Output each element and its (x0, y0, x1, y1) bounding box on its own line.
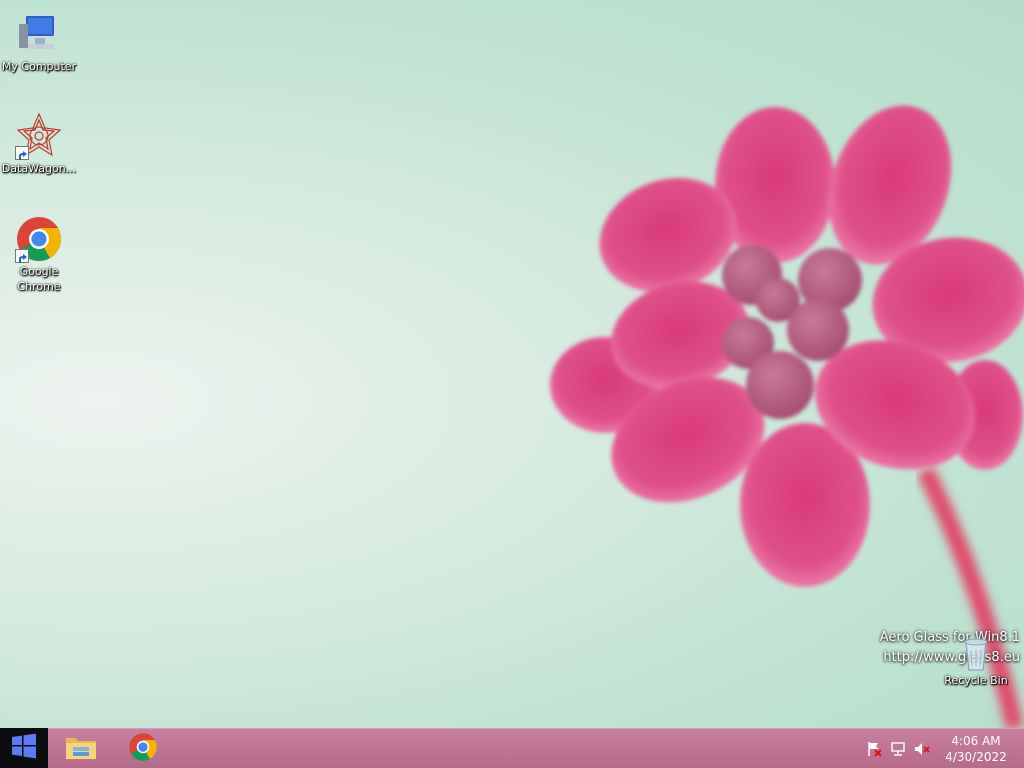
action-center-flag-icon[interactable] (866, 741, 882, 757)
shortcut-arrow-icon (15, 146, 29, 160)
clock-time: 4:06 AM (951, 733, 1001, 748)
wallpaper-flower (550, 105, 1024, 728)
shortcut-arrow-icon (15, 249, 29, 263)
volume-muted-icon[interactable] (914, 741, 930, 757)
start-button[interactable] (0, 728, 48, 768)
desktop-icon-label: Google Chrome (17, 265, 61, 293)
chrome-icon (15, 215, 63, 263)
datawagon-icon (15, 112, 63, 160)
desktop-icon-datawagon[interactable]: DataWagon... (1, 112, 77, 176)
desktop-icon-recycle-bin[interactable]: Recycle Bin (938, 636, 1014, 688)
desktop-icon-label: My Computer (1, 60, 77, 73)
windows-logo-icon (11, 733, 37, 763)
taskbar: 4:06 AM 4/30/2022 (0, 728, 1024, 768)
my-computer-icon (15, 10, 63, 58)
desktop-icon-google-chrome[interactable]: Google Chrome (1, 215, 77, 294)
taskbar-file-explorer-button[interactable] (51, 729, 111, 768)
desktop-icon-label: DataWagon... (1, 162, 77, 175)
desktop-icon-label: Recycle Bin (944, 674, 1008, 687)
chrome-icon (128, 732, 158, 766)
folder-icon (64, 732, 98, 766)
desktop[interactable]: My Computer DataWagon... Google Chrome A… (0, 0, 1024, 728)
taskbar-chrome-button[interactable] (113, 729, 173, 768)
network-icon[interactable] (890, 741, 906, 757)
recycle-bin-icon (952, 636, 1000, 672)
taskbar-clock[interactable]: 4:06 AM 4/30/2022 (942, 733, 1010, 765)
system-tray: 4:06 AM 4/30/2022 (862, 729, 1024, 768)
desktop-icon-my-computer[interactable]: My Computer (1, 10, 77, 74)
clock-date: 4/30/2022 (945, 749, 1007, 764)
